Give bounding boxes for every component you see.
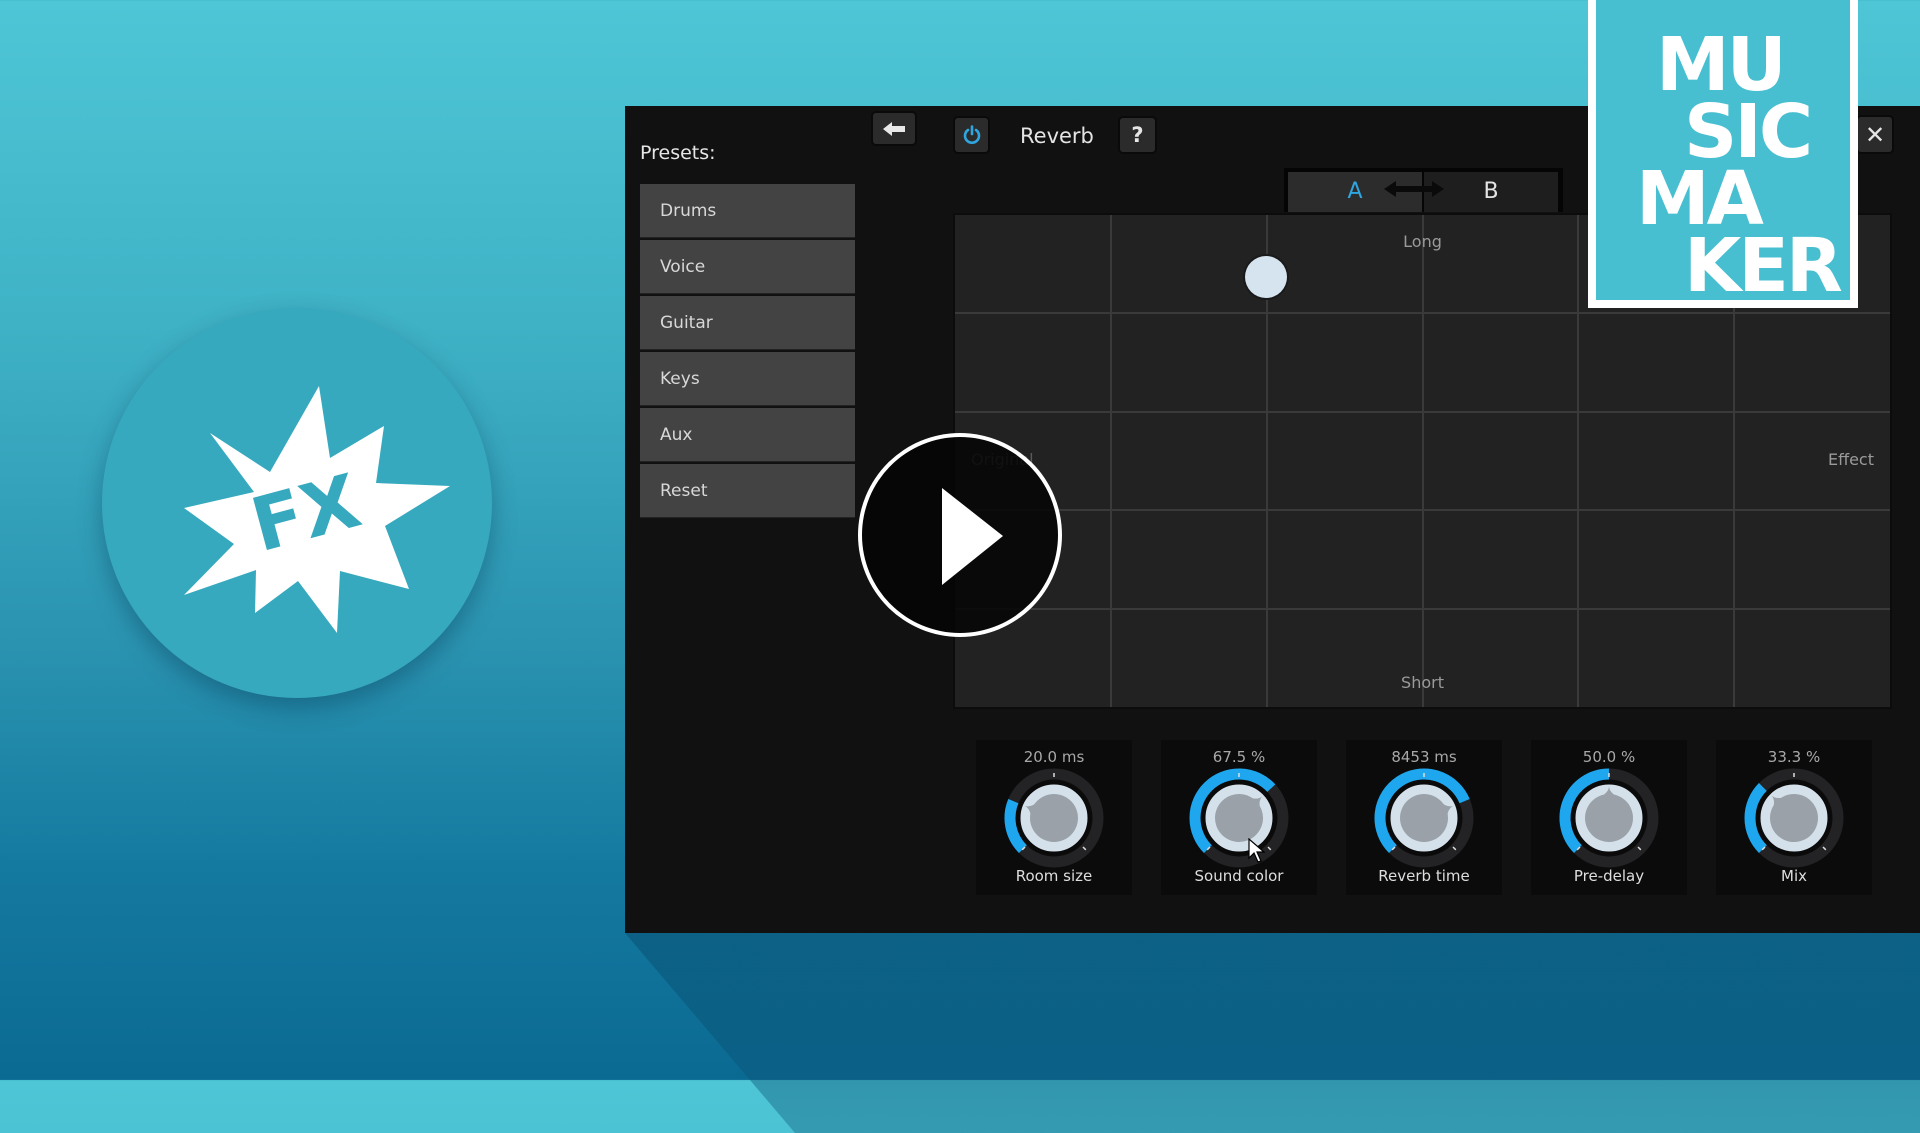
preset-list: Drums Voice Guitar Keys Aux Reset [640, 184, 855, 520]
knob-dial[interactable] [1179, 766, 1299, 870]
pad-handle[interactable] [1245, 255, 1288, 298]
preset-keys[interactable]: Keys [640, 352, 855, 406]
pad-grid-vline [1421, 215, 1424, 707]
plugin-title: Reverb [1020, 124, 1094, 148]
pad-label-short: Short [1401, 673, 1444, 692]
preset-drums[interactable]: Drums [640, 184, 855, 238]
ab-toggle: A B [1284, 168, 1563, 212]
back-button[interactable] [873, 113, 915, 144]
panel-shadow [625, 933, 1920, 1133]
knob-value: 20.0 ms [1023, 748, 1085, 766]
knob-dial[interactable] [994, 766, 1114, 870]
preset-reset[interactable]: Reset [640, 464, 855, 518]
knob-dial[interactable] [1549, 766, 1669, 870]
arrow-left-icon [883, 121, 905, 136]
knob-mix[interactable]: 33.3 % Mix [1716, 740, 1872, 895]
music-maker-logo: MU SIC MA KER [1588, 0, 1858, 308]
help-button[interactable]: ? [1120, 118, 1155, 152]
preset-aux[interactable]: Aux [640, 408, 855, 462]
knob-pre-delay[interactable]: 50.0 % Pre-delay [1531, 740, 1687, 895]
starburst-icon: FX [184, 386, 450, 633]
power-icon [963, 125, 980, 144]
knob-room-size[interactable]: 20.0 ms Room size [976, 740, 1132, 895]
knob-dial[interactable] [1364, 766, 1484, 870]
knob-value: 67.5 % [1212, 748, 1266, 766]
knob-reverb-time[interactable]: 8453 ms Reverb time [1346, 740, 1502, 895]
knob-value: 33.3 % [1767, 748, 1821, 766]
preset-voice[interactable]: Voice [640, 240, 855, 294]
knob-dial[interactable] [1734, 766, 1854, 870]
mouse-cursor-icon [1248, 838, 1266, 863]
pad-label-effect: Effect [1827, 450, 1874, 469]
preset-guitar[interactable]: Guitar [640, 296, 855, 350]
pad-grid-vline [1109, 215, 1112, 707]
presets-title: Presets: [640, 142, 716, 164]
ab-b-button[interactable]: B [1424, 172, 1558, 212]
knob-value: 50.0 % [1582, 748, 1636, 766]
knob-value: 8453 ms [1391, 748, 1457, 766]
swap-arrows-icon[interactable] [1384, 180, 1444, 198]
pad-grid-vline [1577, 215, 1580, 707]
fx-badge: FX [102, 308, 492, 698]
power-button[interactable] [955, 118, 988, 152]
play-button[interactable] [858, 433, 1062, 637]
knob-sound-color[interactable]: 67.5 % Sound color [1161, 740, 1317, 895]
logo-line-4: KER [1684, 223, 1843, 309]
close-button[interactable]: ✕ [1858, 117, 1892, 152]
logo-background: MU SIC MA KER [1596, 0, 1850, 309]
play-icon [942, 488, 1003, 585]
